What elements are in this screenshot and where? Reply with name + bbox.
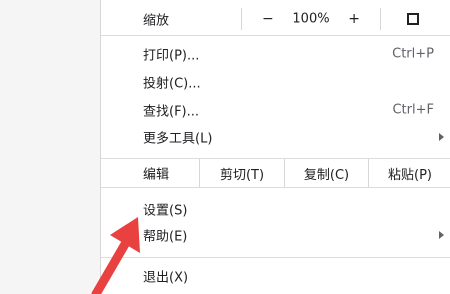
menu-item-shortcut: Ctrl+P [392,46,434,62]
menu-item-label: 退出(X) [143,270,189,286]
edit-label: 编辑 [143,167,170,183]
menu-item-label: 打印(P)... [143,48,200,64]
cut-button[interactable]: 剪切(T) [199,159,284,187]
zoom-out-button[interactable]: − [262,12,274,26]
menu-item-shortcut: Ctrl+F [392,102,434,118]
zoom-in-button[interactable]: + [348,12,360,26]
paste-button[interactable]: 粘贴(P) [368,159,450,187]
chevron-right-icon [439,231,444,239]
menu-item-label: 投射(C)... [143,76,201,92]
menu-item-print[interactable]: 打印(P)... Ctrl+P [101,41,450,67]
menu-item-cast[interactable]: 投射(C)... [101,69,450,95]
menu-item-find[interactable]: 查找(F)... Ctrl+F [101,97,450,123]
menu-item-label: 更多工具(L) [143,131,213,147]
zoom-label: 缩放 [143,13,170,29]
menu-separator [101,35,450,36]
menu-item-label: 帮助(E) [143,229,188,245]
zoom-row: 缩放 − 100% + [101,4,450,34]
menu-item-more-tools[interactable]: 更多工具(L) [101,124,450,150]
browser-context-menu: 缩放 − 100% + 打印(P)... Ctrl+P 投射(C)... 查找(… [100,0,450,294]
chevron-right-icon [439,133,444,141]
menu-item-settings[interactable]: 设置(S) [101,196,450,222]
zoom-control: − 100% + [241,8,381,30]
menu-separator [101,187,450,188]
menu-item-exit[interactable]: 退出(X) [101,263,450,289]
fullscreen-icon[interactable] [407,13,419,25]
zoom-level: 100% [292,11,330,27]
menu-separator [101,257,450,258]
copy-button[interactable]: 复制(C) [284,159,368,187]
menu-item-label: 查找(F)... [143,104,200,120]
background-panel [0,0,101,294]
edit-row: 编辑 剪切(T) 复制(C) 粘贴(P) [101,159,450,187]
menu-item-help[interactable]: 帮助(E) [101,222,450,248]
menu-item-label: 设置(S) [143,203,188,219]
